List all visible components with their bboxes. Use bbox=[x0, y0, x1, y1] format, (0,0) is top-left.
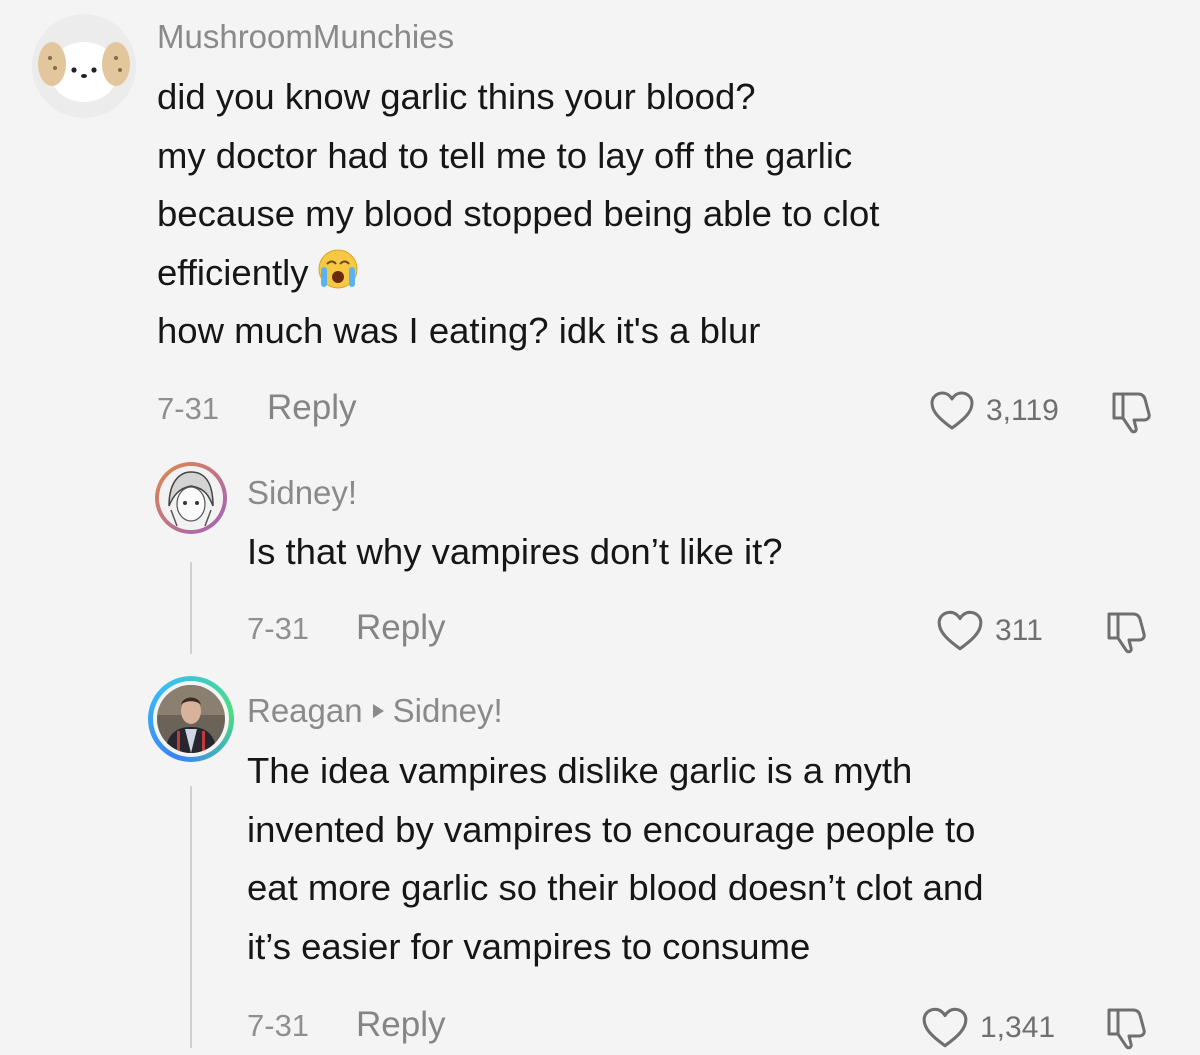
comment-line: because my blood stopped being able to c… bbox=[157, 193, 880, 234]
dislike-button[interactable] bbox=[1103, 1006, 1153, 1055]
like-count: 1,341 bbox=[980, 1011, 1056, 1044]
avatar-reagan[interactable] bbox=[148, 676, 234, 762]
like-count: 3,119 bbox=[986, 394, 1059, 427]
thread-line bbox=[190, 562, 192, 654]
comment-text: did you know garlic thins your blood? my… bbox=[157, 68, 879, 361]
comment-line: efficiently bbox=[157, 251, 309, 293]
comment-username-row: Reagan Sidney! bbox=[247, 692, 503, 730]
dislike-button[interactable] bbox=[1103, 610, 1153, 659]
dog-plush-avatar-icon bbox=[32, 14, 136, 118]
heart-icon bbox=[922, 1007, 968, 1048]
thumbs-down-icon bbox=[1107, 612, 1146, 654]
like-button[interactable]: 1,341 bbox=[920, 1006, 1055, 1050]
thread-line bbox=[190, 786, 192, 1048]
comment-line: invented by vampires to encourage people… bbox=[247, 808, 976, 850]
comment-line: it’s easier for vampires to consume bbox=[247, 925, 811, 967]
comment-username[interactable]: Sidney! bbox=[247, 474, 357, 512]
dislike-button[interactable] bbox=[1108, 390, 1158, 439]
comment-line: did you know garlic thins your blood? bbox=[157, 76, 756, 117]
comment-username[interactable]: Reagan bbox=[247, 692, 363, 729]
heart-icon bbox=[930, 391, 974, 430]
comment-line: Is that why vampires don’t like it? bbox=[247, 531, 783, 572]
thumbs-down-icon bbox=[1112, 392, 1151, 434]
comment-line: my doctor had to tell me to lay off the … bbox=[157, 134, 853, 176]
thumbs-down-icon bbox=[1107, 1008, 1146, 1050]
comment-username[interactable]: MushroomMunchies bbox=[157, 18, 454, 56]
comment-line: The idea vampires dislike garlic is a my… bbox=[247, 750, 913, 791]
anime-character-avatar-icon bbox=[159, 466, 223, 530]
heart-icon bbox=[937, 610, 983, 651]
comment-text: Is that why vampires don’t like it? bbox=[247, 523, 783, 582]
loudly-crying-face-icon bbox=[318, 249, 357, 288]
comment-line: how much was I eating? idk it's a blur bbox=[157, 310, 761, 351]
reply-button[interactable]: Reply bbox=[356, 1005, 445, 1045]
comment-date: 7-31 bbox=[247, 611, 310, 646]
comment-line-with-emoji: efficiently bbox=[157, 244, 879, 303]
reply-to-username[interactable]: Sidney! bbox=[393, 692, 503, 729]
caret-right-icon bbox=[372, 704, 384, 718]
comment-date: 7-31 bbox=[247, 1008, 310, 1043]
comment-line: eat more garlic so their blood doesn’t c… bbox=[247, 867, 984, 908]
comment-date: 7-31 bbox=[157, 391, 220, 426]
reply-button[interactable]: Reply bbox=[356, 608, 445, 648]
comment-text: The idea vampires dislike garlic is a my… bbox=[247, 742, 984, 976]
like-button[interactable]: 311 bbox=[935, 609, 1043, 653]
man-in-suit-avatar-icon bbox=[157, 685, 225, 753]
avatar-sidney[interactable] bbox=[155, 462, 227, 534]
reply-button[interactable]: Reply bbox=[267, 388, 356, 428]
avatar-mushroommunchies[interactable] bbox=[32, 14, 136, 118]
like-button[interactable]: 3,119 bbox=[928, 390, 1059, 432]
like-count: 311 bbox=[995, 614, 1043, 647]
